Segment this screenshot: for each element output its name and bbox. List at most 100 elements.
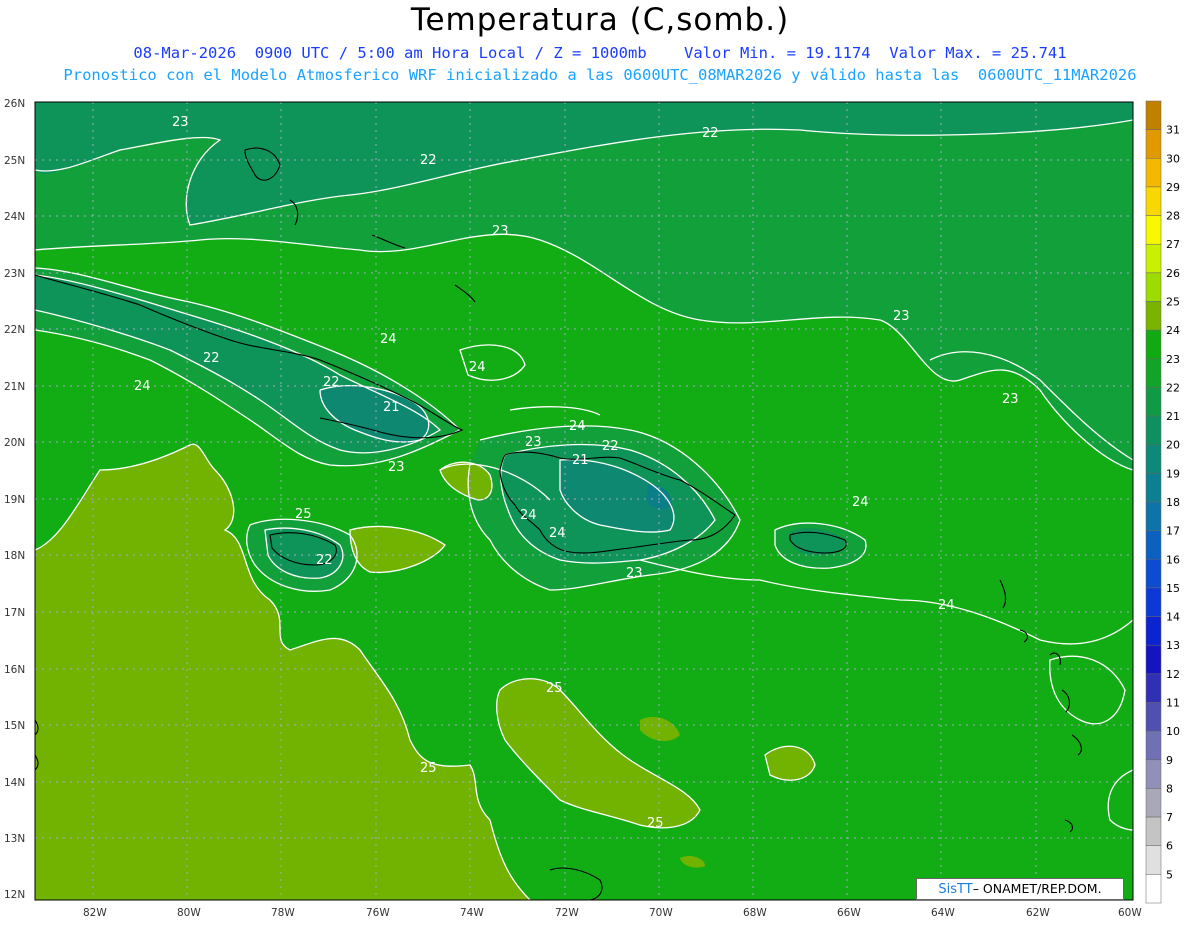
colorbar-swatch: [1145, 616, 1162, 646]
colorbar-swatch: [1145, 243, 1162, 274]
contour-label: 24: [520, 508, 537, 523]
lat-label: 24N: [4, 211, 25, 223]
colorbar-label: 30: [1166, 152, 1180, 165]
contour-label: 24: [938, 598, 955, 613]
lon-label: 76W: [366, 907, 390, 919]
lat-label: 22N: [4, 324, 25, 336]
contour-label: 23: [172, 115, 189, 130]
lat-label: 25N: [4, 155, 25, 167]
colorbar-swatch: [1145, 788, 1162, 818]
contour-label: 23: [626, 566, 643, 581]
lat-label: 19N: [4, 494, 25, 506]
colorbar-label: 8: [1166, 782, 1173, 795]
colorbar-label: 10: [1166, 725, 1180, 738]
contour-label: 21: [572, 453, 589, 468]
contour-label: 24: [852, 495, 869, 510]
lat-label: 17N: [4, 607, 25, 619]
colorbar-swatch: [1145, 845, 1162, 875]
colorbar-swatch: [1145, 100, 1162, 130]
colorbar-label: 27: [1166, 238, 1180, 251]
colorbar-label: 26: [1166, 267, 1180, 280]
colorbar-swatch: [1145, 215, 1162, 245]
lon-label: 80W: [177, 907, 201, 919]
colorbar-label: 16: [1166, 553, 1180, 566]
lon-label: 72W: [555, 907, 579, 919]
colorbar: 31 30 29 28 27 26 25 24 23 22 21 20 19 18 17 16 15 14 13 12…: [1145, 100, 1180, 904]
colorbar-label: 6: [1166, 840, 1173, 853]
colorbar-label: 15: [1166, 582, 1180, 595]
colorbar-label: 28: [1166, 210, 1180, 223]
colorbar-label: 29: [1166, 181, 1180, 194]
colorbar-label: 24: [1166, 324, 1180, 337]
colorbar-swatch: [1145, 559, 1162, 589]
colorbar-label: 5: [1166, 868, 1173, 881]
lon-axis: 82W 80W 78W 76W 74W 72W 70W 68W 66W 64W …: [83, 907, 1142, 919]
lat-label: 26N: [4, 98, 25, 110]
contour-label: 24: [549, 526, 566, 541]
colorbar-swatch: [1145, 358, 1162, 388]
contour-label: 22: [702, 126, 719, 141]
colorbar-label: 7: [1166, 811, 1173, 824]
colorbar-swatch: [1145, 329, 1162, 360]
lat-label: 16N: [4, 664, 25, 676]
colorbar-label: 14: [1166, 611, 1180, 624]
colorbar-label: 19: [1166, 467, 1180, 480]
lat-label: 15N: [4, 720, 25, 732]
contour-label: 24: [469, 360, 486, 375]
contour-label: 24: [380, 332, 397, 347]
colorbar-swatch: [1145, 415, 1162, 445]
credit-box: SisTT– ONAMET/REP.DOM.: [916, 878, 1124, 900]
colorbar-label: 17: [1166, 525, 1180, 538]
colorbar-swatch: [1145, 702, 1162, 732]
colorbar-swatch: [1145, 272, 1162, 302]
contour-label: 24: [569, 419, 586, 434]
contour-label: 22: [316, 553, 333, 568]
colorbar-swatch: [1145, 301, 1162, 331]
colorbar-swatch: [1145, 387, 1162, 417]
lon-label: 66W: [837, 907, 861, 919]
colorbar-swatch: [1145, 673, 1162, 703]
colorbar-swatch: [1145, 874, 1162, 904]
lat-label: 12N: [4, 889, 25, 901]
colorbar-label: 25: [1166, 296, 1180, 309]
colorbar-label: 22: [1166, 381, 1180, 394]
colorbar-label: 31: [1166, 124, 1180, 137]
colorbar-swatch: [1145, 644, 1162, 675]
lat-label: 18N: [4, 550, 25, 562]
colorbar-swatch: [1145, 501, 1162, 531]
contour-label: 24: [134, 379, 151, 394]
lat-label: 13N: [4, 833, 25, 845]
colorbar-label: 20: [1166, 439, 1180, 452]
contour-label: 23: [1002, 392, 1019, 407]
credit-text: – ONAMET/REP.DOM.: [972, 881, 1102, 896]
colorbar-swatch: [1145, 587, 1162, 617]
lat-axis: 26N 25N 24N 23N 22N 21N 20N 19N 18N 17N …: [4, 98, 25, 901]
lat-label: 23N: [4, 268, 25, 280]
lon-label: 68W: [743, 907, 767, 919]
contour-label: 23: [492, 224, 509, 239]
colorbar-label: 18: [1166, 496, 1180, 509]
contour-label: 25: [295, 507, 312, 522]
colorbar-label: 9: [1166, 754, 1173, 767]
lat-label: 21N: [4, 381, 25, 393]
shaded-field: [35, 102, 1133, 900]
contour-label: 21: [383, 400, 400, 415]
colorbar-swatch: [1145, 473, 1162, 503]
lon-label: 74W: [460, 907, 484, 919]
lon-label: 70W: [649, 907, 673, 919]
lon-label: 64W: [931, 907, 955, 919]
colorbar-swatch: [1145, 186, 1162, 216]
contour-label: 25: [420, 761, 437, 776]
contour-label: 25: [546, 681, 563, 696]
colorbar-swatch: [1145, 129, 1162, 159]
lat-label: 14N: [4, 777, 25, 789]
colorbar-swatch: [1145, 444, 1162, 474]
colorbar-swatch: [1145, 816, 1162, 846]
colorbar-swatch: [1145, 759, 1162, 789]
colorbar-label: 12: [1166, 668, 1180, 681]
contour-label: 22: [602, 439, 619, 454]
lon-label: 78W: [271, 907, 295, 919]
lon-label: 62W: [1026, 907, 1050, 919]
colorbar-label: 23: [1166, 353, 1180, 366]
colorbar-swatch: [1145, 158, 1162, 188]
